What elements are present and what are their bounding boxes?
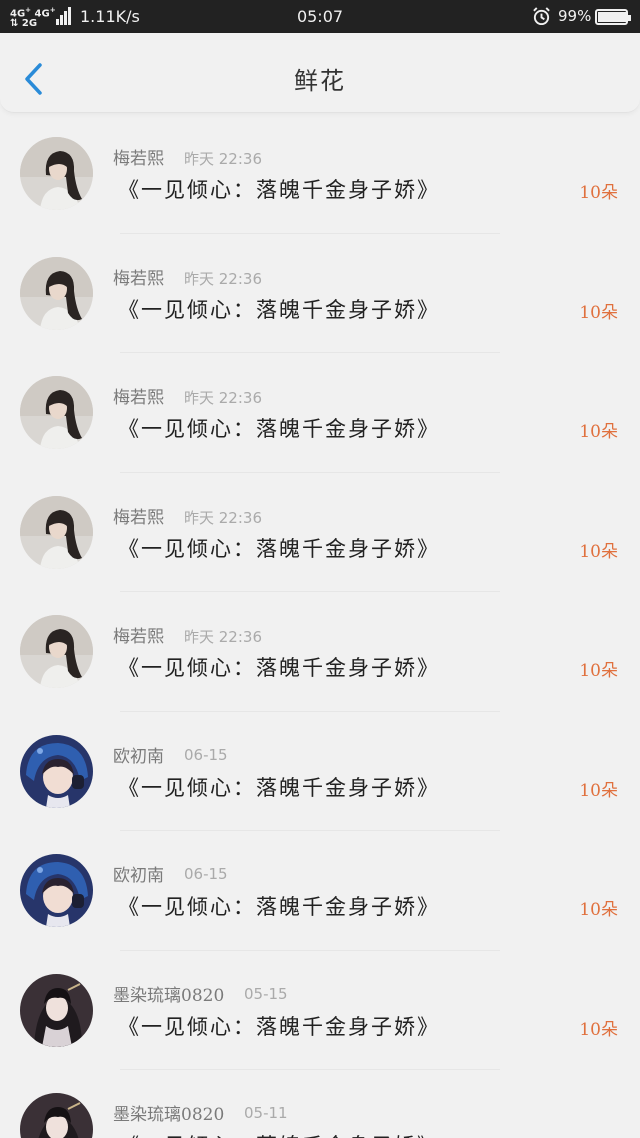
avatar-image [20,854,93,927]
status-bar: 4G+ 4G+ ⇅ 2G 1.11K/s 05:07 99% [0,0,640,33]
flower-count: 10朵 [579,780,618,801]
flower-count: 10朵 [579,1134,618,1138]
timestamp: 06-15 [184,745,228,764]
avatar[interactable] [20,973,93,1047]
battery-level [598,12,627,22]
avatar-image [20,137,93,210]
avatar[interactable] [20,256,93,330]
avatar[interactable] [20,137,93,210]
book-title: 《一见倾心：落魄千金身子娇》 [118,1130,440,1138]
list-item[interactable]: 欧初南 06-15 《一见倾心：落魄千金身子娇》 10朵 [0,712,640,831]
avatar[interactable] [20,854,93,927]
book-title: 《一见倾心：落魄千金身子娇》 [118,1014,440,1039]
list-item[interactable]: 梅若熙 昨天 22:36 《一见倾心：落魄千金身子娇》 10朵 [0,114,640,234]
timestamp: 昨天 22:36 [184,628,262,646]
book-title: 《一见倾心：落魄千金身子娇》 [118,417,440,441]
book-title: 《一见倾心：落魄千金身子娇》 [118,536,440,561]
flower-count: 10朵 [579,541,618,562]
timestamp: 05-15 [244,984,288,1003]
list-item[interactable]: 欧初南 06-15 《一见倾心：落魄千金身子娇》 10朵 [0,831,640,951]
user-name: 梅若熙 [113,627,164,647]
avatar[interactable] [20,376,93,449]
list-item[interactable]: 梅若熙 昨天 22:36 《一见倾心：落魄千金身子娇》 10朵 [0,592,640,712]
avatar[interactable] [20,615,93,688]
avatar-image [20,1093,93,1138]
timestamp: 昨天 22:36 [184,389,262,407]
page-title: 鲜花 [294,67,346,95]
timestamp: 昨天 22:36 [184,150,262,168]
flower-count: 10朵 [579,183,618,203]
timestamp: 06-15 [184,865,228,883]
timestamp: 昨天 22:36 [184,508,262,527]
user-name: 梅若熙 [113,507,164,528]
avatar[interactable] [20,734,93,808]
flower-list: 梅若熙 昨天 22:36 《一见倾心：落魄千金身子娇》 10朵 梅若熙 昨天 2… [0,114,640,1138]
flower-count: 10朵 [579,900,618,920]
list-item[interactable]: 梅若熙 昨天 22:36 《一见倾心：落魄千金身子娇》 10朵 [0,234,640,353]
avatar-image [20,973,93,1047]
user-name: 梅若熙 [113,388,164,408]
book-title: 《一见倾心：落魄千金身子娇》 [118,178,440,202]
flower-count: 10朵 [579,422,618,442]
timestamp: 昨天 22:36 [184,269,262,288]
user-name: 墨染琉璃0820 [113,1105,225,1125]
battery-icon [595,9,631,25]
user-name: 梅若熙 [113,268,164,289]
flower-count: 10朵 [579,661,618,681]
list-item[interactable]: 梅若熙 昨天 22:36 《一见倾心：落魄千金身子娇》 10朵 [0,473,640,592]
list-item[interactable]: 墨染琉璃0820 05-15 《一见倾心：落魄千金身子娇》 10朵 [0,951,640,1070]
list-item[interactable]: 梅若熙 昨天 22:36 《一见倾心：落魄千金身子娇》 10朵 [0,353,640,473]
avatar-image [20,376,93,449]
flower-count: 10朵 [579,302,618,323]
book-title: 《一见倾心：落魄千金身子娇》 [118,297,440,322]
user-name: 欧初南 [113,746,164,767]
user-name: 墨染琉璃0820 [113,985,225,1006]
timestamp: 05-11 [244,1104,288,1122]
book-title: 《一见倾心：落魄千金身子娇》 [118,775,440,800]
avatar-image [20,734,93,808]
list-item[interactable]: 墨染琉璃0820 05-11 《一见倾心：落魄千金身子娇》 10朵 [0,1070,640,1138]
alarm-icon [533,7,550,26]
user-name: 梅若熙 [113,149,164,169]
avatar-image [20,256,93,330]
avatar-image [20,495,93,569]
avatar[interactable] [20,495,93,569]
user-name: 欧初南 [113,866,164,886]
book-title: 《一见倾心：落魄千金身子娇》 [118,656,440,680]
app-header: 鲜花 [0,33,640,113]
avatar-image [20,615,93,688]
flower-count: 10朵 [579,1019,618,1040]
battery-percent: 99% [558,7,592,25]
avatar[interactable] [20,1093,93,1138]
book-title: 《一见倾心：落魄千金身子娇》 [118,895,440,919]
